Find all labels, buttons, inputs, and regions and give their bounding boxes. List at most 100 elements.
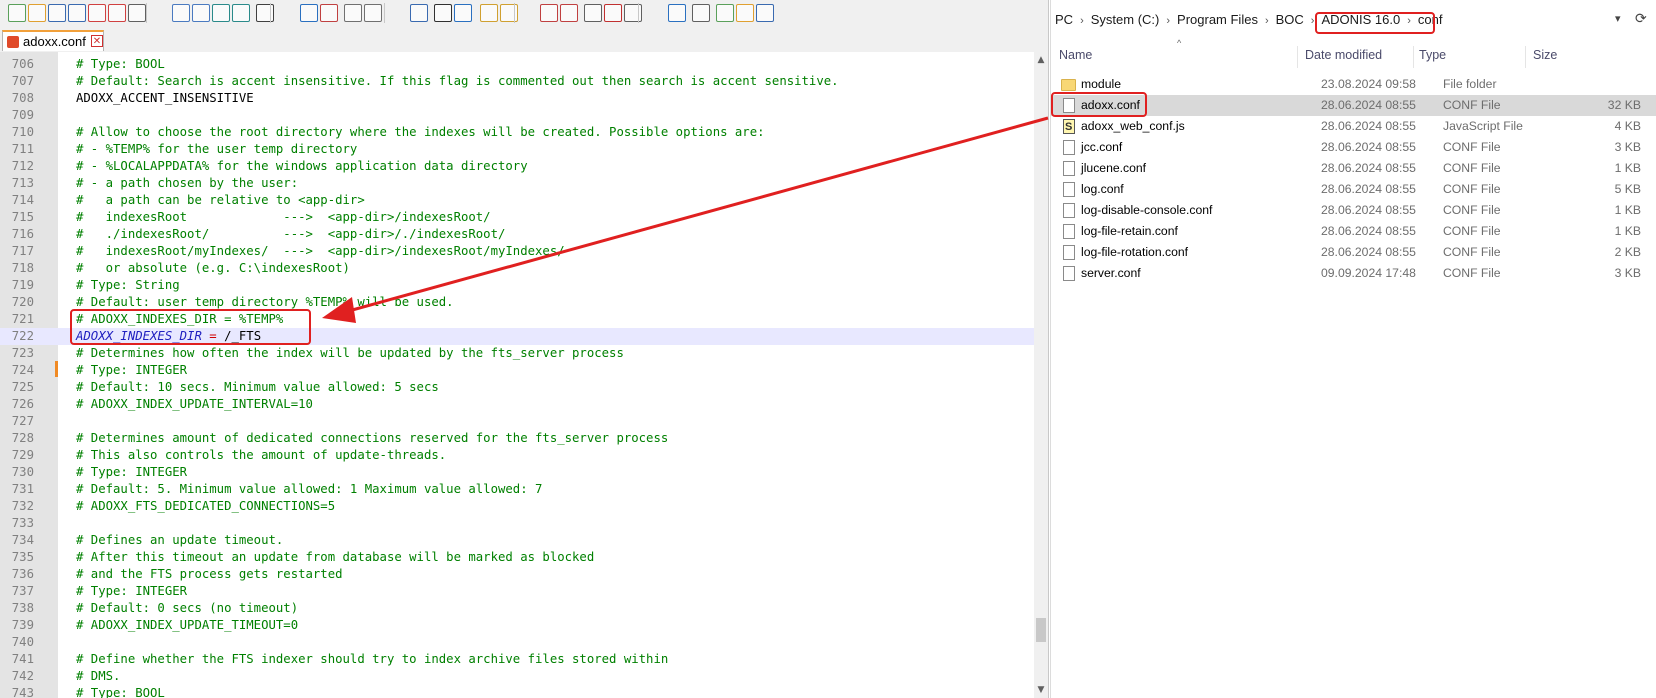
toolbar-button-icon[interactable]: [48, 4, 66, 22]
code-line[interactable]: 734 # Defines an update timeout.: [0, 532, 1034, 549]
code-line[interactable]: 736 # and the FTS process gets restarted: [0, 566, 1034, 583]
toolbar-button-icon[interactable]: [108, 4, 126, 22]
close-tab-icon[interactable]: ✕: [91, 35, 103, 47]
toolbar-button-icon[interactable]: [668, 4, 686, 22]
code-line[interactable]: 738 # Default: 0 secs (no timeout): [0, 600, 1034, 617]
toolbar-button-icon[interactable]: [560, 4, 578, 22]
toolbar-button-icon[interactable]: [756, 4, 774, 22]
code-line[interactable]: 713 # - a path chosen by the user:: [0, 175, 1034, 192]
breadcrumb-item[interactable]: Program Files: [1177, 12, 1258, 27]
code-line[interactable]: 709: [0, 107, 1034, 124]
scroll-down-arrow-icon[interactable]: ▼: [1034, 682, 1048, 698]
code-line[interactable]: 717 # indexesRoot/myIndexes/ ---> <app-di…: [0, 243, 1034, 260]
toolbar-button-icon[interactable]: [256, 4, 274, 22]
scrollbar-thumb[interactable]: [1036, 618, 1046, 642]
code-line[interactable]: 711 # - %TEMP% for the user temp director…: [0, 141, 1034, 158]
code-line[interactable]: 724 # Type: INTEGER: [0, 362, 1034, 379]
file-row[interactable]: jcc.conf 28.06.2024 08:55 CONF File 3 KB: [1051, 137, 1656, 158]
code-editor[interactable]: 706 # Type: BOOL 707 # Default: Search is a…: [0, 52, 1034, 698]
toolbar-button-icon[interactable]: [172, 4, 190, 22]
breadcrumb-item[interactable]: BOC: [1276, 12, 1304, 27]
scroll-up-arrow-icon[interactable]: ▲: [1034, 52, 1048, 68]
code-line[interactable]: 740: [0, 634, 1034, 651]
chevron-right-icon[interactable]: ›: [1166, 15, 1170, 27]
code-line[interactable]: 707 # Default: Search is accent insensiti…: [0, 73, 1034, 90]
file-row[interactable]: jlucene.conf 28.06.2024 08:55 CONF File 1 K…: [1051, 158, 1656, 179]
code-line[interactable]: 739 # ADOXX_INDEX_UPDATE_TIMEOUT=0: [0, 617, 1034, 634]
code-line[interactable]: 723 # Determines how often the index will…: [0, 345, 1034, 362]
code-line[interactable]: 742 # DMS.: [0, 668, 1034, 685]
breadcrumb-item[interactable]: PC: [1055, 12, 1073, 27]
toolbar-button-icon[interactable]: [212, 4, 230, 22]
code-line[interactable]: 725 # Default: 10 secs. Minimum value all…: [0, 379, 1034, 396]
toolbar-button-icon[interactable]: [8, 4, 26, 22]
code-line[interactable]: 708 ADOXX_ACCENT_INSENSITIVE: [0, 90, 1034, 107]
toolbar-button-icon[interactable]: [624, 4, 642, 22]
code-line[interactable]: 729 # This also controls the amount of up…: [0, 447, 1034, 464]
toolbar-button-icon[interactable]: [68, 4, 86, 22]
column-header-type[interactable]: Type: [1419, 48, 1446, 62]
code-line[interactable]: 735 # After this timeout an update from d…: [0, 549, 1034, 566]
toolbar-button-icon[interactable]: [28, 4, 46, 22]
code-line[interactable]: 741 # Define whether the FTS indexer shou…: [0, 651, 1034, 668]
code-line[interactable]: 726 # ADOXX_INDEX_UPDATE_INTERVAL=10: [0, 396, 1034, 413]
toolbar-button-icon[interactable]: [736, 4, 754, 22]
code-line[interactable]: 718 # or absolute (e.g. C:\indexesRoot): [0, 260, 1034, 277]
vertical-scrollbar[interactable]: ▲ ▼: [1034, 52, 1048, 698]
file-row[interactable]: log-file-retain.conf 28.06.2024 08:55 CONF…: [1051, 221, 1656, 242]
code-line[interactable]: 733: [0, 515, 1034, 532]
address-dropdown-icon[interactable]: ▾: [1615, 12, 1621, 25]
file-row[interactable]: server.conf 09.09.2024 17:48 CONF File 3 KB: [1051, 263, 1656, 284]
code-line[interactable]: 728 # Determines amount of dedicated conn…: [0, 430, 1034, 447]
toolbar-button-icon[interactable]: [454, 4, 472, 22]
toolbar-button-icon[interactable]: [364, 4, 382, 22]
code-line[interactable]: 730 # Type: INTEGER: [0, 464, 1034, 481]
code-line[interactable]: 731 # Default: 5. Minimum value allowed: …: [0, 481, 1034, 498]
column-divider[interactable]: [1413, 46, 1414, 68]
code-line[interactable]: 715 # indexesRoot ---> <app-dir>/indexesR…: [0, 209, 1034, 226]
file-row[interactable]: log-file-rotation.conf 28.06.2024 08:55 CO…: [1051, 242, 1656, 263]
toolbar-button-icon[interactable]: [500, 4, 518, 22]
chevron-right-icon[interactable]: ›: [1080, 15, 1084, 27]
toolbar-button-icon[interactable]: [88, 4, 106, 22]
code-line[interactable]: 716 # ./indexesRoot/ ---> <app-dir>/./ind…: [0, 226, 1034, 243]
tab-adoxx-conf[interactable]: adoxx.conf ✕: [2, 30, 104, 51]
file-row[interactable]: log.conf 28.06.2024 08:55 CONF File 5 KB: [1051, 179, 1656, 200]
tab-label: adoxx.conf: [23, 34, 86, 49]
toolbar-button-icon[interactable]: [410, 4, 428, 22]
column-divider[interactable]: [1297, 46, 1298, 68]
toolbar-button-icon[interactable]: [320, 4, 338, 22]
toolbar-button-icon[interactable]: [480, 4, 498, 22]
code-line[interactable]: 737 # Type: INTEGER: [0, 583, 1034, 600]
line-number: 732: [11, 499, 34, 513]
file-row[interactable]: adoxx_web_conf.js 28.06.2024 08:55 JavaScr…: [1051, 116, 1656, 138]
code-line[interactable]: 732 # ADOXX_FTS_DEDICATED_CONNECTIONS=5: [0, 498, 1034, 515]
chevron-right-icon[interactable]: ›: [1265, 15, 1269, 27]
code-line[interactable]: 719 # Type: String: [0, 277, 1034, 294]
toolbar-button-icon[interactable]: [128, 4, 146, 22]
column-header-size[interactable]: Size: [1533, 48, 1557, 62]
code-line[interactable]: 706 # Type: BOOL: [0, 56, 1034, 73]
column-divider[interactable]: [1525, 46, 1526, 68]
toolbar-button-icon[interactable]: [300, 4, 318, 22]
column-header-name[interactable]: Name: [1059, 48, 1092, 62]
toolbar-button-icon[interactable]: [692, 4, 710, 22]
code-line[interactable]: 712 # - %LOCALAPPDATA% for the windows ap…: [0, 158, 1034, 175]
code-line[interactable]: 743 # Type: BOOL: [0, 685, 1034, 698]
file-row[interactable]: log-disable-console.conf 28.06.2024 08:55…: [1051, 200, 1656, 221]
code-line[interactable]: 714 # a path can be relative to <app-dir>: [0, 192, 1034, 209]
toolbar-button-icon[interactable]: [604, 4, 622, 22]
code-line[interactable]: 710 # Allow to choose the root directory …: [0, 124, 1034, 141]
toolbar-button-icon[interactable]: [344, 4, 362, 22]
toolbar-button-icon[interactable]: [584, 4, 602, 22]
refresh-icon[interactable]: ⟳: [1635, 10, 1647, 27]
toolbar-button-icon[interactable]: [192, 4, 210, 22]
toolbar-button-icon[interactable]: [540, 4, 558, 22]
toolbar-button-icon[interactable]: [716, 4, 734, 22]
column-header-date[interactable]: Date modified: [1305, 48, 1382, 62]
code-line[interactable]: 727: [0, 413, 1034, 430]
toolbar-button-icon[interactable]: [232, 4, 250, 22]
breadcrumb-item[interactable]: System (C:): [1091, 12, 1160, 27]
chevron-right-icon[interactable]: ›: [1311, 15, 1315, 27]
toolbar-button-icon[interactable]: [434, 4, 452, 22]
